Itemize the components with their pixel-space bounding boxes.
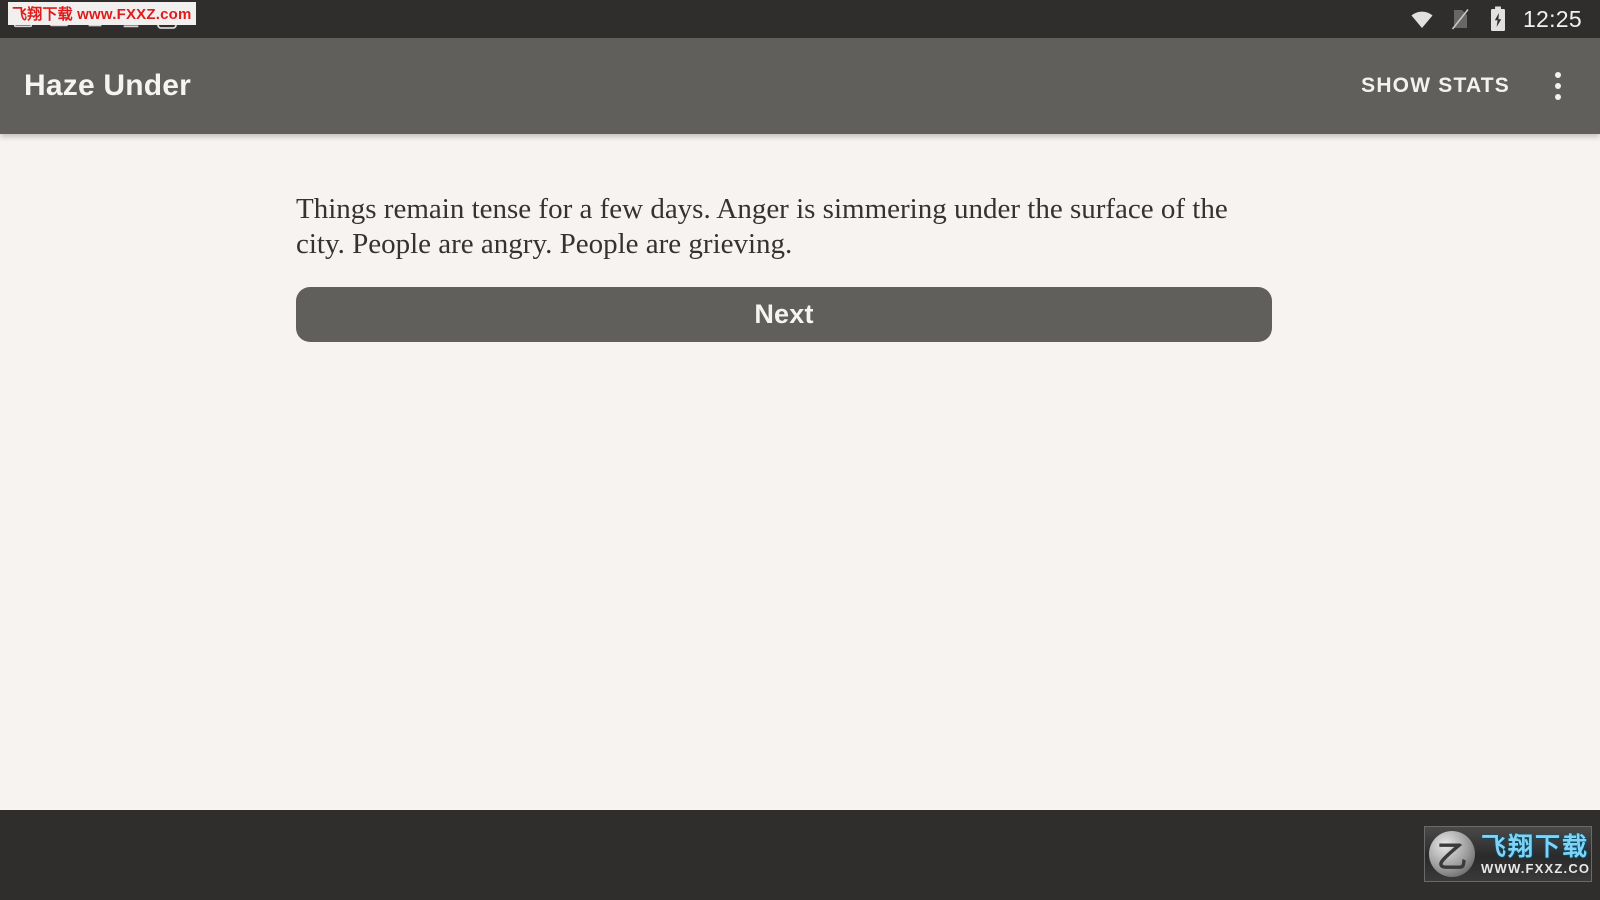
main-content: Things remain tense for a few days. Ange…: [0, 134, 1600, 810]
overflow-menu-icon[interactable]: [1534, 58, 1582, 114]
app-title: Haze Under: [24, 69, 192, 102]
android-status-bar: 12:25: [0, 0, 1600, 38]
battery-charging-icon: [1485, 6, 1511, 32]
watermark-url: WWW.FXXZ.COM: [1481, 860, 1592, 876]
next-button[interactable]: Next: [296, 287, 1272, 342]
watermark-logo-icon: 乙: [1429, 831, 1475, 877]
top-watermark: 飞翔下载 www.FXXZ.com: [8, 2, 196, 25]
no-sim-icon: [1447, 6, 1473, 32]
app-bar: Haze Under SHOW STATS: [0, 38, 1600, 134]
story-paragraph: Things remain tense for a few days. Ange…: [296, 193, 1228, 261]
status-bar-clock: 12:25: [1522, 5, 1582, 32]
watermark-brand: 飞翔下载: [1481, 831, 1590, 861]
android-navigation-bar: [0, 810, 1600, 900]
app-bar-actions: SHOW STATS: [1343, 58, 1600, 114]
show-stats-button[interactable]: SHOW STATS: [1343, 60, 1528, 112]
status-bar-system-icons: 12:25: [1409, 0, 1600, 38]
wifi-icon: [1409, 6, 1435, 32]
bottom-watermark: 乙 飞翔下载 WWW.FXXZ.COM: [1424, 826, 1592, 882]
